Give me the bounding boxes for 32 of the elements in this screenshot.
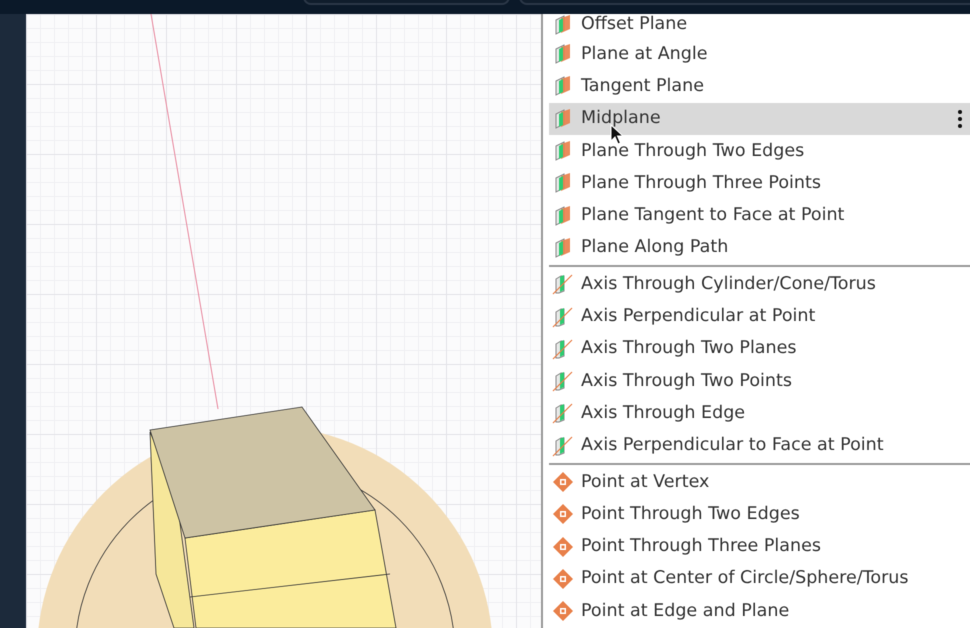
menu-item[interactable]: Plane Along Path xyxy=(549,232,970,264)
axis-icon xyxy=(552,402,574,424)
menu-item[interactable]: Offset Plane xyxy=(549,14,970,38)
menu-item[interactable]: Tangent Plane xyxy=(549,70,970,103)
menu-item[interactable]: Plane Tangent to Face at Point xyxy=(549,199,970,232)
axis-icon xyxy=(552,338,574,360)
menu-item[interactable]: Axis Through Cylinder/Cone/Torus xyxy=(549,268,970,300)
menu-item[interactable]: Point at Edge and Plane xyxy=(549,595,970,628)
point-icon xyxy=(552,568,574,590)
menu-item[interactable]: Point Through Two Edges xyxy=(549,498,970,530)
menu-item[interactable]: Plane at Angle xyxy=(549,38,970,70)
axis-icon xyxy=(552,434,574,457)
menu-item[interactable]: Point at Vertex xyxy=(549,466,970,498)
point-icon xyxy=(552,536,574,558)
menu-item[interactable]: Axis Through Two Planes xyxy=(549,332,970,365)
menu-item[interactable]: Point at Center of Circle/Sphere/Torus xyxy=(549,562,970,596)
menu-item[interactable]: Axis Through Two Points xyxy=(549,364,970,398)
menu-item[interactable]: Plane Through Three Points xyxy=(549,167,970,200)
menu-item[interactable]: Axis Through Edge xyxy=(549,397,970,430)
point-icon xyxy=(552,600,574,622)
menu-item[interactable]: Plane Through Two Edges xyxy=(549,134,970,168)
viewport-canvas[interactable] xyxy=(26,14,541,628)
menu-item[interactable]: Axis Perpendicular at Point xyxy=(549,300,970,333)
menu-item[interactable]: Point Through Three Planes xyxy=(549,530,970,563)
point-icon xyxy=(552,503,574,526)
axis-icon xyxy=(552,273,574,296)
more-options-icon[interactable] xyxy=(957,108,963,129)
point-icon xyxy=(552,471,574,493)
menu-item[interactable]: Axis Perpendicular to Face at Point xyxy=(549,430,970,462)
axis-icon xyxy=(552,306,574,328)
axis-icon xyxy=(552,370,574,392)
menu-item[interactable]: Midplane xyxy=(549,102,970,135)
